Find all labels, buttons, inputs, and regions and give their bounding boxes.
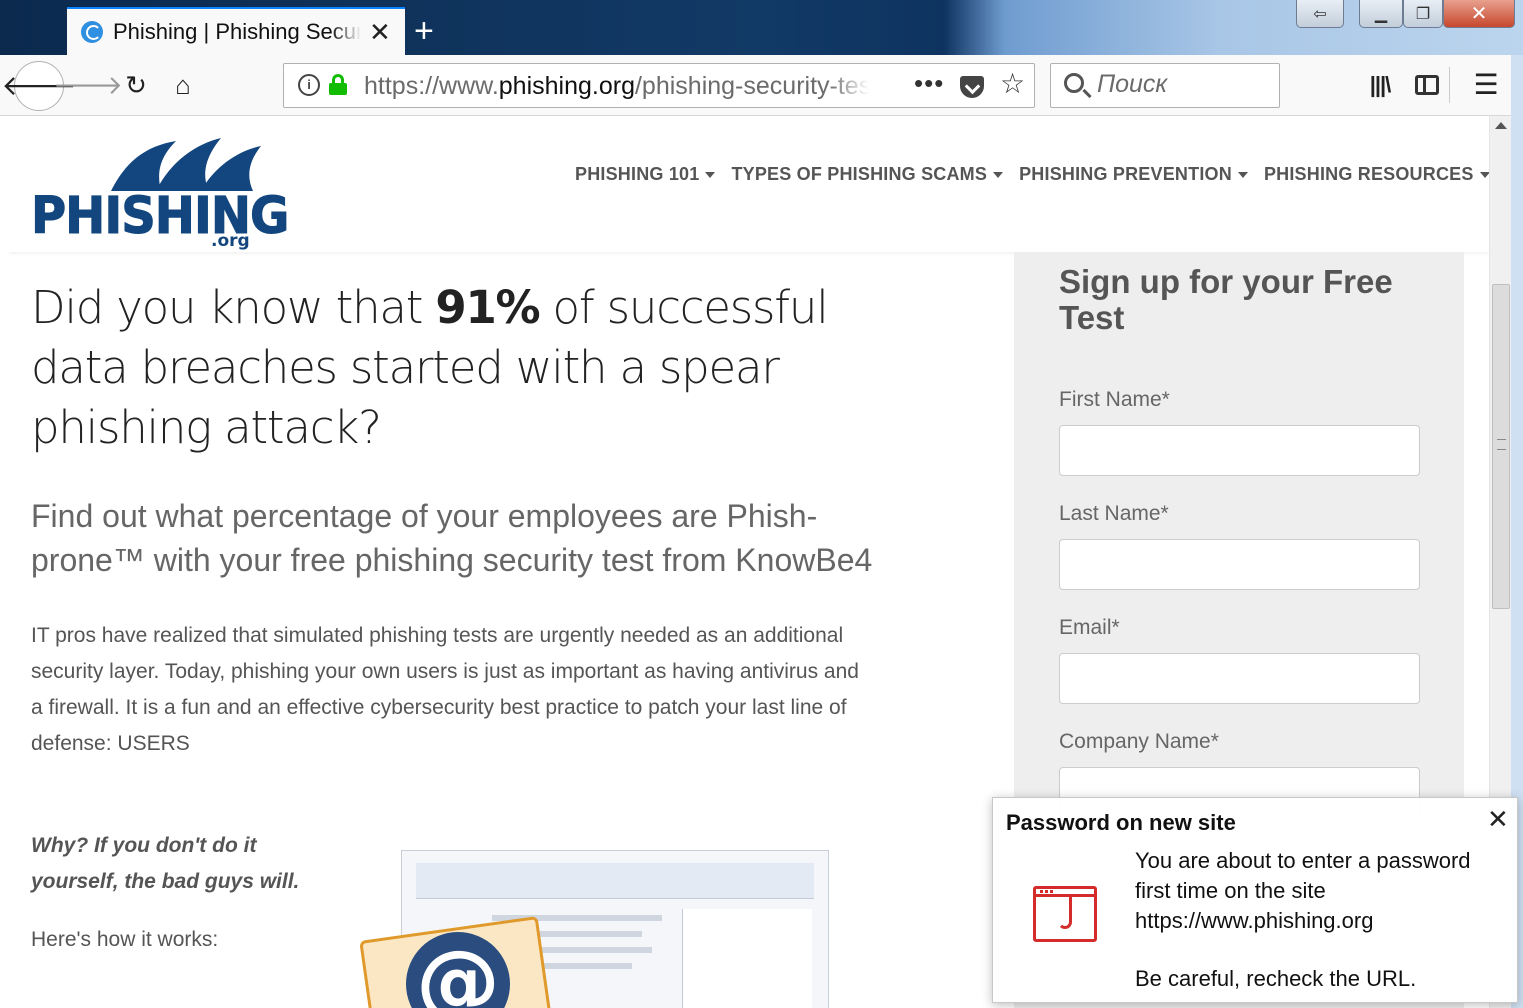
form-title: Sign up for your Free Test (1059, 263, 1393, 336)
bookmark-star-icon[interactable]: ☆ (1000, 67, 1025, 100)
toolbar-divider (1449, 67, 1450, 103)
window-snap-button[interactable]: ⇦ (1296, 0, 1344, 28)
window-close-button[interactable]: ✕ (1443, 0, 1515, 28)
email-envelope-icon: @ (356, 916, 553, 1008)
lock-icon[interactable] (329, 74, 347, 95)
main-nav: PHISHING 101 TYPES OF PHISHING SCAMS PHI… (575, 164, 1489, 185)
popup-close-icon[interactable]: ✕ (1487, 804, 1509, 835)
browser-toolbar: 🡐 🡒 ↻ ⌂ i https://www.phishing.org/phish… (0, 55, 1523, 116)
nav-label: TYPES OF PHISHING SCAMS (731, 164, 988, 184)
search-bar[interactable] (1050, 63, 1280, 108)
tab-title: Phishing | Phishing Security Test (113, 19, 361, 44)
intro-paragraph: IT pros have realized that simulated phi… (31, 624, 859, 755)
last-name-label: Last Name* (1059, 502, 1169, 525)
company-name-label: Company Name* (1059, 730, 1219, 753)
home-icon[interactable]: ⌂ (163, 65, 203, 105)
reload-icon[interactable]: ↻ (116, 65, 156, 105)
address-bar[interactable]: i https://www.phishing.org/phishing-secu… (283, 63, 1035, 108)
pocket-icon[interactable] (960, 76, 984, 98)
scroll-up-arrow-icon[interactable] (1495, 122, 1507, 129)
url-scheme: https://www. (364, 72, 499, 100)
forward-icon[interactable]: 🡒 (53, 65, 123, 105)
headline-text: Did you know that (31, 281, 436, 334)
nav-label: PHISHING RESOURCES (1263, 164, 1474, 184)
main-content: Did you know that 91% of successful data… (31, 278, 891, 1008)
url-domain: phishing.org (498, 72, 635, 100)
email-field[interactable] (1059, 653, 1420, 704)
url-text[interactable]: https://www.phishing.org/phishing-securi… (364, 72, 869, 101)
page-subheading: Find out what percentage of your employe… (31, 498, 873, 578)
search-icon (1064, 73, 1084, 93)
tab-active[interactable]: Phishing | Phishing Security Test ✕ (67, 7, 405, 55)
nav-label: PHISHING PREVENTION (1019, 164, 1232, 184)
popup-title: Password on new site (1006, 810, 1236, 835)
page-actions-icon[interactable]: ••• (914, 68, 944, 99)
popup-warning-text: Be careful, recheck the URL. (1135, 966, 1417, 991)
logo-subtext: .org (211, 231, 250, 251)
logo-text: PHISHING (30, 186, 289, 246)
search-input[interactable] (1097, 70, 1272, 99)
nav-phishing-prevention[interactable]: PHISHING PREVENTION (1019, 164, 1248, 185)
page-headline: Did you know that 91% of successful data… (31, 278, 891, 458)
caret-down-icon (1237, 171, 1248, 178)
nav-phishing-101[interactable]: PHISHING 101 (575, 164, 716, 185)
scrollbar-thumb[interactable] (1492, 284, 1510, 609)
sidebar-icon[interactable] (1407, 65, 1447, 105)
caret-down-icon (1479, 171, 1489, 178)
first-name-label: First Name* (1059, 388, 1170, 411)
nav-phishing-resources[interactable]: PHISHING RESOURCES (1264, 164, 1489, 185)
why-callout: Why? If you don't do it yourself, the ba… (31, 834, 300, 893)
url-path: /phishing-security-test (634, 72, 869, 100)
first-name-field[interactable] (1059, 425, 1420, 476)
phishing-hook-icon (1033, 886, 1097, 942)
nav-label: PHISHING 101 (575, 164, 700, 184)
browser-titlebar: Phishing | Phishing Security Test ✕ + ⇦ … (0, 0, 1523, 55)
site-header: PHISHING .org PHISHING 101 TYPES OF PHIS… (9, 116, 1489, 252)
email-label: Email* (1059, 616, 1120, 639)
caret-down-icon (993, 171, 1004, 178)
password-warning-popup: Password on new site ✕ You are about to … (992, 797, 1518, 1003)
caret-down-icon (705, 171, 716, 178)
window-maximize-button[interactable]: ❐ (1403, 0, 1443, 28)
popup-message: You are about to enter a password first … (1135, 848, 1471, 933)
site-favicon-icon (81, 21, 103, 43)
window-minimize-button[interactable]: ▁ (1359, 0, 1403, 28)
hamburger-menu-icon[interactable]: ☰ (1466, 65, 1506, 105)
library-icon[interactable]: |||\ (1360, 65, 1400, 105)
last-name-field[interactable] (1059, 539, 1420, 590)
nav-types-of-phishing-scams[interactable]: TYPES OF PHISHING SCAMS (731, 164, 1004, 185)
at-sign-icon: @ (406, 932, 510, 1008)
site-logo[interactable]: PHISHING .org (30, 136, 301, 252)
info-icon[interactable]: i (298, 74, 320, 96)
new-tab-button[interactable]: + (414, 14, 434, 48)
how-it-works-label: Here's how it works: (31, 928, 219, 951)
tab-close-icon[interactable]: ✕ (369, 19, 391, 45)
headline-stat: 91% (435, 281, 540, 334)
